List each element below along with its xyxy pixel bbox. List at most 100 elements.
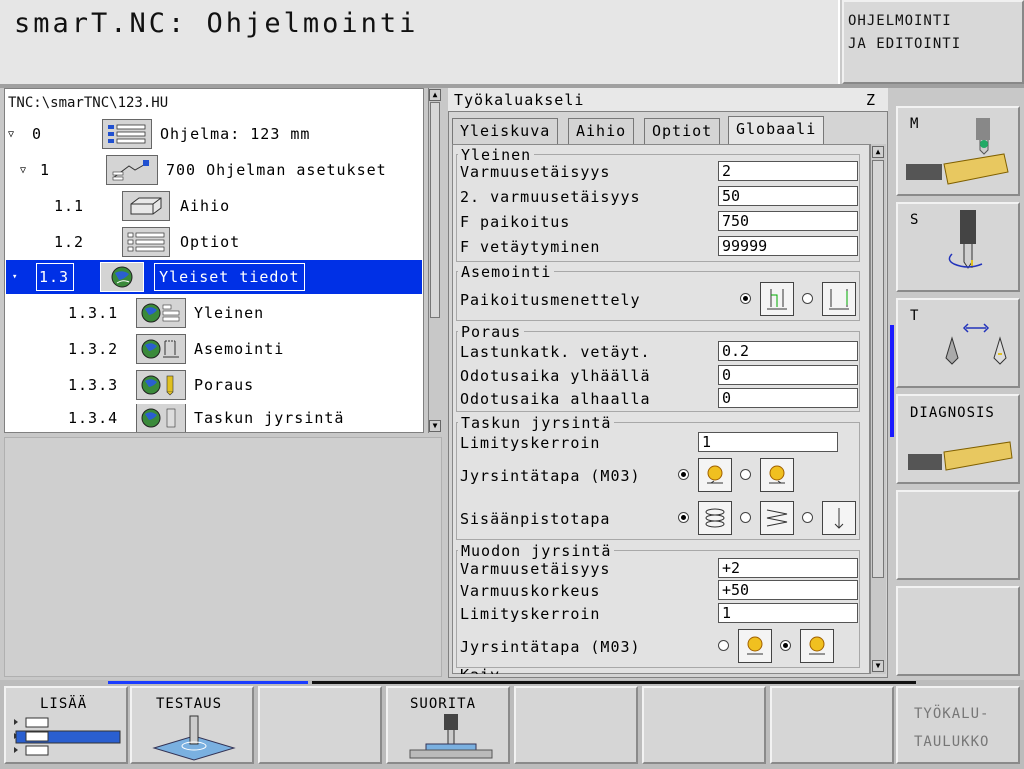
field-label-overlap-factor: Limityskerroin [460,434,601,452]
tab-overview[interactable]: Yleiskuva [452,118,559,144]
softkey-t-tool-call[interactable]: T [896,298,1020,388]
feed-positioning-input[interactable]: 750 [718,211,858,231]
field-label-positioning-method: Paikoitusmenettely [460,291,641,309]
scroll-thumb[interactable] [430,102,440,318]
contour-mode-radio-climb[interactable] [718,640,729,651]
softkey-test[interactable]: TESTAUS [130,686,254,764]
tab-blank[interactable]: Aihio [568,118,635,144]
reciprocating-plunge-icon[interactable] [760,501,794,535]
collapse-triangle-icon[interactable]: ▽ [8,129,18,140]
tree-row-program[interactable]: ▽ 0 Ohjelma: 123 mm [8,117,422,151]
softkey-insert[interactable]: LISÄÄ [4,686,128,764]
contour-conventional-milling-icon[interactable] [800,629,834,663]
collapse-triangle-icon[interactable]: ▽ [20,165,30,176]
options-icon [122,227,170,257]
tree-row-drilling[interactable]: 1.3.3 Poraus [68,368,422,402]
tree-row-global-data-selected[interactable]: ▾ 1.3 Yleiset tiedot [6,260,422,294]
contour-climb-milling-icon[interactable] [738,629,772,663]
overlap-factor-input[interactable]: 1 [698,432,838,452]
tree-row-label: Ohjelma: 123 mm [160,125,311,143]
softkey-s-spindle[interactable]: S [896,202,1020,292]
tab-options[interactable]: Optiot [644,118,721,144]
form-scroll-down-icon[interactable]: ▼ [872,660,884,672]
positioning-method-radio-2[interactable] [802,293,813,304]
softkey-empty-5[interactable] [896,490,1020,580]
insert-block-icon [14,717,121,756]
contour-safety-distance-input[interactable]: +2 [718,558,858,578]
tree-row-options[interactable]: 1.2 Optiot [54,225,422,259]
feed-retract-input[interactable]: 99999 [718,236,858,256]
tree-row-settings[interactable]: ▽ 1 700 Ohjelman asetukset [20,153,422,187]
softkey-empty-3[interactable] [258,686,382,764]
form-scroll-up-icon[interactable]: ▲ [872,146,884,158]
field-label-chip-break-retract: Lastunkatk. vetäyt. [460,343,651,361]
softkey-label-test: TESTAUS [156,696,223,712]
helical-plunge-icon[interactable] [698,501,732,535]
program-icon [102,119,152,149]
diagnosis-machine-icon [908,441,1013,471]
safety-height-input[interactable]: +50 [718,580,858,600]
scroll-up-icon[interactable]: ▲ [429,89,441,101]
safety-distance-input[interactable]: 2 [718,161,858,181]
softkey-label-s: S [910,212,920,228]
softkey-m-functions[interactable]: M [896,106,1020,196]
softkey-diagnosis[interactable]: DIAGNOSIS [896,394,1020,484]
blank-icon [122,191,170,221]
plunge-mode-radio-helical[interactable] [678,512,689,523]
positioning-height-icon[interactable] [822,282,856,316]
test-run-icon [152,715,236,761]
spindle-rotation-icon [948,210,983,269]
vertical-plunge-icon[interactable] [822,501,856,535]
conventional-milling-icon[interactable] [760,458,794,492]
field-label-feed-positioning: F paikoitus [460,213,571,231]
form-title: Työkaluakseli [454,91,585,109]
tree-row-label: Optiot [180,233,241,251]
tree-row-pocket[interactable]: 1.3.4 Taskun jyrsintä [68,404,422,432]
field-label-feed-retract: F vetäytyminen [460,238,601,256]
group-title-contour-milling: Muodon jyrsintä [458,542,615,560]
softkey-empty-7[interactable] [770,686,894,764]
plunge-mode-radio-vertical[interactable] [802,512,813,523]
contour-mode-radio-conventional[interactable] [780,640,791,651]
field-label-plunge-mode: Sisäänpistotapa [460,510,611,528]
softkey-empty-6[interactable] [642,686,766,764]
globe-general-icon [136,298,186,328]
softkey-label-insert: LISÄÄ [40,696,88,712]
field-label-contour-milling-mode: Jyrsintätapa (M03) [460,638,641,656]
tab-global[interactable]: Globaali [728,116,825,146]
softkey-run[interactable]: SUORITA [386,686,510,764]
positioning-clearance-icon[interactable] [760,282,794,316]
second-safety-distance-input[interactable]: 50 [718,186,858,206]
scroll-down-icon[interactable]: ▼ [429,420,441,432]
group-title-positioning: Asemointi [458,263,555,281]
tree-row-blank[interactable]: 1.1 Aihio [54,189,422,223]
climb-milling-icon[interactable] [698,458,732,492]
globe-pocket-icon [136,404,186,432]
softkey-empty-6[interactable] [896,586,1020,676]
softkey-page-indicator [312,681,916,684]
dwell-bottom-input[interactable]: 0 [718,388,858,408]
tree-row-positioning[interactable]: 1.3.2 Asemointi [68,332,422,366]
chip-break-retract-input[interactable]: 0.2 [718,341,858,361]
tree-row-general[interactable]: 1.3.1 Yleinen [68,296,422,330]
milling-mode-radio-conventional[interactable] [740,469,751,480]
tree-row-label: Taskun jyrsintä [194,409,345,427]
softkey-label-tool-table-line1: TYÖKALU- [914,706,990,722]
active-softkey-indicator [890,325,894,437]
expand-triangle-icon[interactable]: ▾ [12,272,22,282]
plunge-mode-radio-reciprocating[interactable] [740,512,751,523]
positioning-method-radio-1[interactable] [740,293,751,304]
field-label-safety-height: Varmuuskorkeus [460,582,601,600]
field-label-safety-distance: Varmuusetäisyys [460,163,611,181]
softkey-tool-table[interactable]: TYÖKALU- TAULUKKO [896,686,1020,764]
dwell-top-input[interactable]: 0 [718,365,858,385]
contour-overlap-factor-input[interactable]: 1 [718,603,858,623]
tree-row-label: Poraus [194,376,255,394]
next-group-title-cutoff: Kaiv [460,668,500,674]
softkey-empty-5[interactable] [514,686,638,764]
field-label-milling-mode: Jyrsintätapa (M03) [460,467,641,485]
group-title-general: Yleinen [458,146,535,164]
tree-scrollbar[interactable]: ▲ ▼ [428,88,442,433]
milling-mode-radio-climb[interactable] [678,469,689,480]
form-scroll-thumb[interactable] [872,160,884,578]
